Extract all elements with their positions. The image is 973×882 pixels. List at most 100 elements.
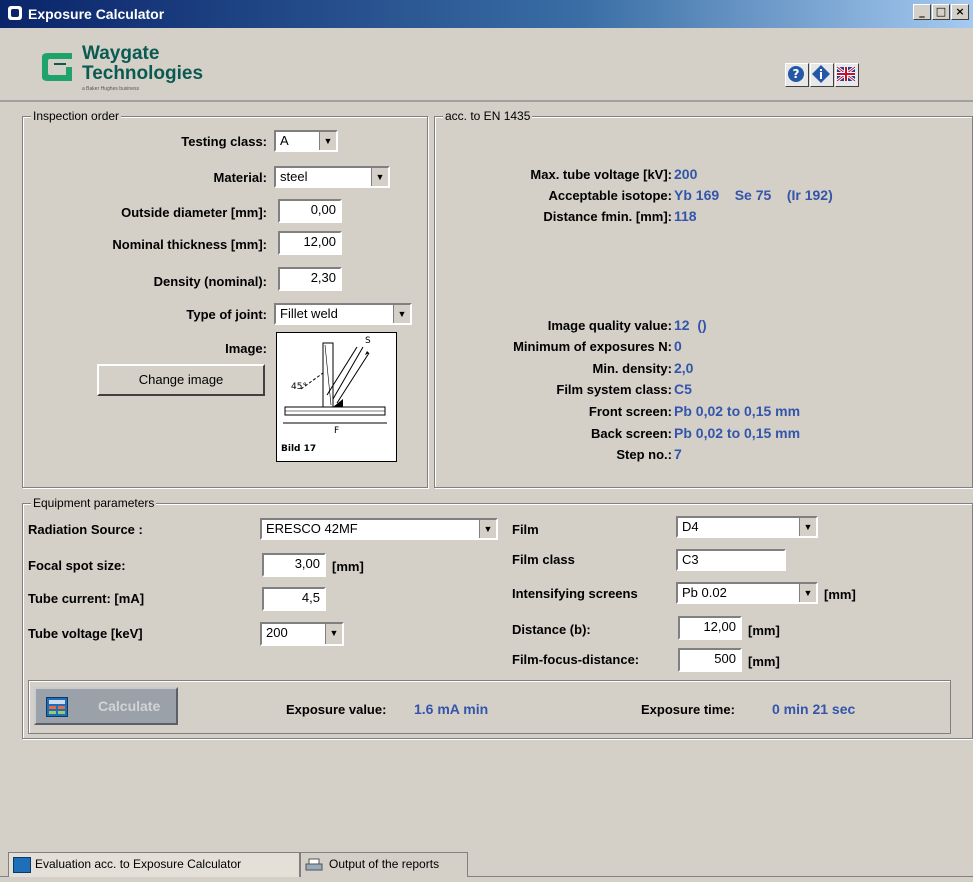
joint-image: S 45° F Bild 17: [276, 332, 397, 462]
calculate-label: Calculate: [98, 698, 161, 714]
chevron-down-icon[interactable]: ▼: [479, 520, 496, 538]
joint-type-select[interactable]: Fillet weld ▼: [274, 303, 412, 325]
exposure-value: 1.6 mA min: [414, 701, 489, 717]
chevron-down-icon[interactable]: ▼: [325, 624, 342, 644]
en1435-legend: acc. to EN 1435: [443, 109, 533, 123]
focal-spot-input[interactable]: 3,00: [262, 553, 326, 577]
distance-fmin-value: 118: [674, 208, 697, 224]
minimize-button[interactable]: _: [913, 4, 931, 20]
chevron-down-icon[interactable]: ▼: [371, 168, 388, 186]
app-icon: [8, 6, 22, 20]
acceptable-isotope-value: Yb 169 Se 75 (Ir 192): [674, 187, 833, 203]
front-screen-label: Front screen:: [588, 404, 672, 419]
front-screen-value: Pb 0,02 to 0,15 mm: [674, 403, 801, 419]
intensifying-screens-select[interactable]: Pb 0.02 ▼: [676, 582, 818, 604]
min-density-label: Min. density:: [592, 361, 672, 376]
tube-voltage-label: Tube voltage [keV]: [28, 626, 143, 641]
calculate-button[interactable]: Calculate: [34, 687, 178, 725]
help-button[interactable]: ?: [785, 63, 809, 87]
fillet-weld-diagram: S 45° F Bild 17: [281, 336, 387, 454]
density-input[interactable]: 2,30: [278, 267, 342, 291]
printer-icon: [305, 857, 323, 871]
film-class-input[interactable]: C3: [676, 549, 786, 571]
film-focus-distance-unit: [mm]: [748, 654, 780, 669]
logo-line2: Technologies: [82, 63, 204, 84]
intensifying-screens-value: Pb 0.02: [682, 585, 727, 600]
film-system-class-value: C5: [674, 381, 692, 397]
logo-line1: Waygate: [82, 43, 160, 64]
language-button[interactable]: [835, 63, 859, 87]
material-label: Material:: [213, 170, 267, 185]
tube-voltage-value: 200: [266, 625, 288, 640]
distance-b-unit: [mm]: [748, 623, 780, 638]
distance-fmin-label: Distance fmin. [mm]:: [543, 209, 672, 224]
title-bar: Exposure Calculator _ □ ×: [0, 0, 973, 28]
svg-text:?: ?: [793, 67, 800, 81]
tab-output-reports-label: Output of the reports: [329, 857, 440, 871]
testing-class-label: Testing class:: [181, 134, 267, 149]
help-icon: ?: [788, 66, 804, 82]
film-focus-distance-input[interactable]: 500: [678, 648, 742, 672]
intensifying-screens-label: Intensifying screens: [512, 586, 638, 601]
film-label: Film: [512, 522, 539, 537]
min-exposures-value: 0: [674, 338, 682, 354]
waygate-logo-icon: [42, 53, 72, 81]
radiation-source-select[interactable]: ERESCO 42MF ▼: [260, 518, 498, 540]
min-density-value: 2,0: [674, 360, 694, 376]
exposure-time-value: 0 min 21 sec: [772, 701, 856, 717]
exposure-time-label: Exposure time:: [641, 702, 735, 717]
film-value: D4: [682, 519, 699, 534]
tab-evaluation[interactable]: Evaluation acc. to Exposure Calculator: [8, 852, 300, 877]
chevron-down-icon[interactable]: ▼: [393, 305, 410, 323]
distance-b-input[interactable]: 12,00: [678, 616, 742, 640]
image-quality-label: Image quality value:: [547, 318, 672, 333]
svg-text:45°: 45°: [291, 382, 307, 392]
calculator-icon: [13, 857, 31, 873]
material-select[interactable]: steel ▼: [274, 166, 390, 188]
film-focus-distance-label: Film-focus-distance:: [512, 652, 640, 667]
film-select[interactable]: D4 ▼: [676, 516, 818, 538]
film-class-label: Film class: [512, 552, 575, 567]
equipment-legend: Equipment parameters: [31, 496, 157, 510]
exposure-value-label: Exposure value:: [286, 702, 387, 717]
outside-diameter-input[interactable]: 0,00: [278, 199, 342, 223]
joint-type-label: Type of joint:: [186, 307, 267, 322]
chevron-down-icon[interactable]: ▼: [799, 584, 816, 602]
info-button[interactable]: [810, 63, 834, 87]
radiation-source-value: ERESCO 42MF: [266, 521, 358, 536]
maximize-button[interactable]: □: [932, 4, 950, 20]
chevron-down-icon[interactable]: ▼: [799, 518, 816, 536]
svg-text:F: F: [334, 426, 339, 436]
material-value: steel: [280, 169, 308, 184]
tab-evaluation-label: Evaluation acc. to Exposure Calculator: [35, 857, 242, 871]
back-screen-value: Pb 0,02 to 0,15 mm: [674, 425, 801, 441]
tube-current-label: Tube current: [mA]: [28, 591, 145, 606]
joint-type-value: Fillet weld: [280, 306, 338, 321]
testing-class-select[interactable]: A ▼: [274, 130, 338, 152]
step-no-value: 7: [674, 446, 682, 462]
change-image-button[interactable]: Change image: [97, 364, 265, 396]
chevron-down-icon[interactable]: ▼: [319, 132, 336, 150]
focal-spot-unit: [mm]: [332, 559, 364, 574]
tab-output-reports[interactable]: Output of the reports: [300, 852, 468, 877]
calculator-icon: [46, 697, 68, 717]
outside-diameter-label: Outside diameter [mm]:: [121, 205, 267, 220]
image-caption: Bild 17: [281, 444, 316, 454]
info-icon: [812, 65, 830, 83]
distance-b-label: Distance (b):: [512, 622, 591, 637]
tube-current-input[interactable]: 4,5: [262, 587, 326, 611]
svg-text:S: S: [365, 336, 371, 346]
close-button[interactable]: ×: [951, 4, 969, 20]
acceptable-isotope-label: Acceptable isotope:: [548, 188, 672, 203]
focal-spot-label: Focal spot size:: [28, 558, 126, 573]
logo-subtitle: a Baker Hughes business: [82, 86, 139, 92]
max-tube-voltage-label: Max. tube voltage [kV]:: [530, 167, 672, 182]
radiation-source-label: Radiation Source :: [28, 522, 143, 537]
min-exposures-label: Minimum of exposures N:: [513, 339, 672, 354]
nominal-thickness-label: Nominal thickness [mm]:: [112, 237, 267, 252]
tube-voltage-select[interactable]: 200 ▼: [260, 622, 344, 646]
nominal-thickness-input[interactable]: 12,00: [278, 231, 342, 255]
intensifying-screens-unit: [mm]: [824, 587, 856, 602]
inspection-order-legend: Inspection order: [31, 109, 122, 123]
uk-flag-icon: [836, 65, 856, 83]
